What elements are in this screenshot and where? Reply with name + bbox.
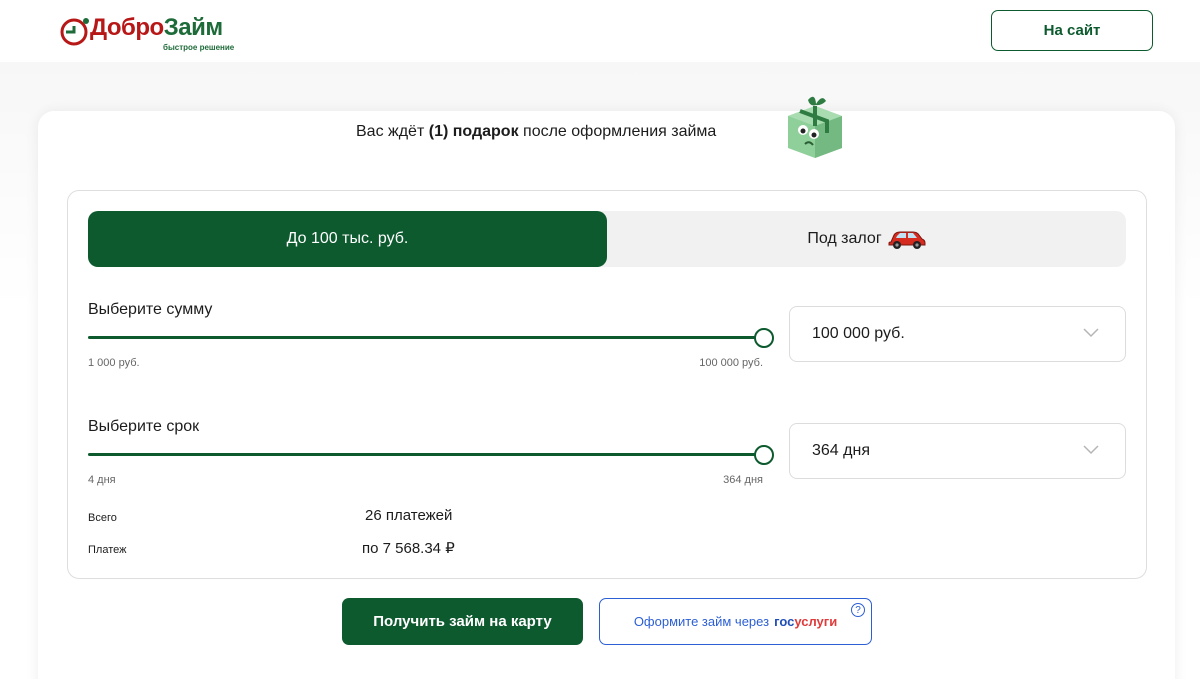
term-slider-track[interactable] [88, 453, 764, 456]
term-min: 4 дня [88, 474, 116, 486]
total-label: Всего [88, 512, 117, 524]
gosuslugi-button[interactable]: Оформите займ через гос услуги [599, 598, 872, 645]
amount-min: 1 000 руб. [88, 357, 140, 369]
loan-type-tabs: До 100 тыс. руб. Под залог [88, 211, 1126, 267]
payment-label: Платеж [88, 544, 127, 556]
to-site-button[interactable]: На сайт [991, 10, 1153, 51]
logo-tagline: быстрое решение [163, 43, 235, 52]
term-select[interactable]: 364 дня [789, 423, 1126, 479]
get-loan-button[interactable]: Получить займ на карту [342, 598, 583, 645]
gift-box-mascot-icon [788, 96, 842, 158]
logo-text: ДоброЗайм [90, 14, 223, 41]
amount-select-value: 100 000 руб. [812, 325, 905, 342]
chevron-down-icon [1083, 445, 1099, 455]
term-max: 364 дня [723, 474, 763, 486]
logo[interactable]: ДоброЗайм быстрое решение [60, 10, 240, 54]
gosuslugi-logo-part1: гос [774, 614, 795, 629]
amount-label: Выберите сумму [88, 301, 213, 318]
amount-max: 100 000 руб. [699, 357, 763, 369]
logo-mark-icon [60, 18, 89, 46]
amount-select[interactable]: 100 000 руб. [789, 306, 1126, 362]
chevron-down-icon [1083, 328, 1099, 338]
car-icon [888, 231, 926, 249]
term-slider-thumb[interactable] [754, 445, 774, 465]
site-header: ДоброЗайм быстрое решение На сайт [0, 0, 1200, 62]
tab-up-to-100k[interactable]: До 100 тыс. руб. [88, 211, 607, 267]
amount-slider-track[interactable] [88, 336, 764, 339]
help-icon[interactable]: ? [851, 603, 865, 617]
tab-secured-loan[interactable]: Под залог [607, 211, 1126, 267]
total-value: 26 платежей [365, 507, 453, 524]
gosuslugi-logo-part2: услуги [794, 614, 838, 629]
payment-value: по 7 568.34 ₽ [362, 540, 455, 557]
term-select-value: 364 дня [812, 442, 870, 459]
term-label: Выберите срок [88, 418, 200, 435]
amount-slider-thumb[interactable] [754, 328, 774, 348]
gift-promo-text: Вас ждёт (1) подарок после оформления за… [356, 123, 717, 140]
